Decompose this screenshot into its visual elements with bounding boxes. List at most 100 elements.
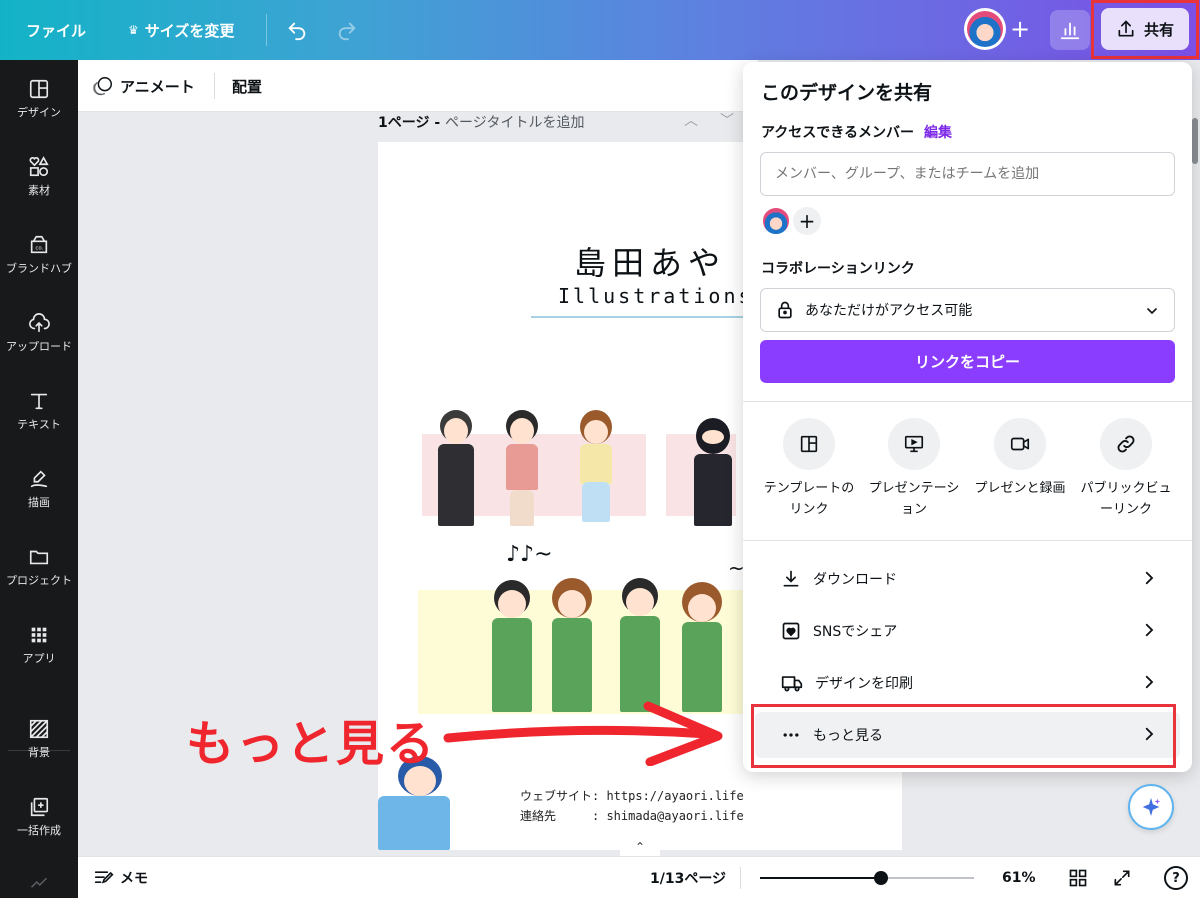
- help-label: ?: [1172, 870, 1180, 886]
- page-indicator[interactable]: 1/13ページ: [650, 857, 726, 898]
- option-icon-circle: [994, 418, 1046, 470]
- contact-info: ウェブサイト: https://ayaori.life 連絡先 : shimad…: [520, 786, 744, 826]
- expand-icon: [1114, 870, 1130, 886]
- sidebar-item-label: ブランドハブ: [6, 262, 72, 275]
- download-icon: [783, 570, 799, 587]
- zoom-slider[interactable]: [760, 871, 974, 885]
- canvas-subtitle-text[interactable]: Illustrations: [558, 284, 754, 308]
- template-link-option[interactable]: テンプレートのリンク: [754, 418, 864, 520]
- layout-icon: [29, 79, 49, 99]
- share-highlight-box: [1091, 0, 1199, 59]
- copy-link-button[interactable]: リンクをコピー: [760, 340, 1175, 383]
- svg-text:co.: co.: [35, 246, 43, 252]
- folder-icon: [29, 550, 49, 565]
- website-row: ウェブサイト: https://ayaori.life: [520, 789, 744, 803]
- sidebar-item-design[interactable]: デザイン: [0, 78, 78, 148]
- present-and-record-option[interactable]: プレゼンと録画: [965, 418, 1075, 499]
- scrollbar[interactable]: [1192, 118, 1198, 164]
- sidebar-item-upload[interactable]: アップロード: [0, 312, 78, 382]
- music-note-text: ♪♪~: [506, 542, 553, 567]
- page-title-placeholder: ページタイトルを追加: [445, 115, 585, 131]
- background-icon: [29, 719, 49, 739]
- add-member-input[interactable]: [760, 152, 1175, 196]
- page-title[interactable]: 1ページ - ページタイトルを追加: [378, 112, 584, 132]
- apps-icon: [31, 627, 47, 643]
- access-members-label: アクセスできるメンバー 編集: [761, 122, 952, 142]
- see-more-highlight-box: [751, 704, 1176, 768]
- sidebar-item-label: 一括作成: [17, 824, 61, 837]
- chevron-down-icon[interactable]: ﹀: [720, 110, 734, 130]
- zoom-level[interactable]: 61%: [1002, 857, 1036, 898]
- redo-button[interactable]: [336, 0, 358, 60]
- row-label: SNSでシェア: [813, 624, 898, 640]
- sidebar-item-brand-hub[interactable]: co. ブランドハブ: [0, 234, 78, 304]
- sidebar-item-label: 素材: [28, 184, 50, 197]
- sidebar-item-draw[interactable]: 描画: [0, 468, 78, 538]
- memo-button[interactable]: メモ: [94, 857, 148, 898]
- add-member-button[interactable]: +: [793, 207, 821, 235]
- divider: [266, 14, 267, 46]
- option-icon-circle: [783, 418, 835, 470]
- sidebar-item-apps[interactable]: アプリ: [0, 624, 78, 694]
- divider: [743, 401, 1192, 402]
- zoom-slider-knob[interactable]: [874, 871, 888, 885]
- top-bar: ファイル ♛ サイズを変更 +: [0, 0, 1200, 60]
- memo-label: メモ: [120, 871, 148, 887]
- record-icon: [1010, 437, 1030, 451]
- brand-icon: co.: [30, 235, 48, 254]
- illustration-figure: [436, 410, 476, 526]
- illustration-figure: [574, 410, 618, 526]
- annotation-text: もっと見る: [186, 716, 437, 772]
- lock-icon: [778, 301, 792, 319]
- page-title-separator: -: [429, 115, 446, 131]
- sidebar-item-label: アプリ: [22, 652, 56, 665]
- canvas-name-text[interactable]: 島田あや: [574, 238, 726, 284]
- option-label: プレゼンと録画: [974, 481, 1066, 496]
- annotation-arrow: [443, 701, 723, 766]
- avatar-image: [967, 11, 1003, 47]
- edit-link[interactable]: 編集: [924, 125, 952, 141]
- sidebar-item-background[interactable]: 背景: [0, 718, 78, 788]
- option-label: プレゼンテーション: [868, 481, 960, 517]
- download-row[interactable]: ダウンロード: [755, 556, 1180, 602]
- user-avatar[interactable]: [964, 8, 1006, 50]
- row-label: デザインを印刷: [815, 676, 913, 692]
- share-sns-row[interactable]: SNSでシェア: [755, 608, 1180, 654]
- fullscreen-button[interactable]: [1112, 868, 1132, 892]
- access-level-select[interactable]: あなただけがアクセス可能: [760, 288, 1175, 332]
- sidebar-item-text[interactable]: テキスト: [0, 390, 78, 460]
- template-icon: [800, 435, 818, 453]
- plus-icon: +: [1009, 15, 1031, 43]
- trend-icon: [30, 874, 48, 893]
- grid-icon: [1069, 869, 1087, 887]
- option-label: テンプレートのリンク: [763, 481, 855, 517]
- share-panel-title: このデザインを共有: [761, 82, 933, 104]
- file-menu[interactable]: ファイル: [26, 0, 86, 60]
- chevron-right-icon: [1145, 623, 1154, 637]
- sidebar-item-bulk-create[interactable]: 一括作成: [0, 796, 78, 866]
- member-avatar[interactable]: [761, 206, 791, 236]
- collab-link-label: コラボレーションリンク: [761, 261, 915, 277]
- option-icon-circle: [1100, 418, 1152, 470]
- undo-button[interactable]: [286, 0, 308, 60]
- print-design-row[interactable]: デザインを印刷: [755, 660, 1180, 706]
- sidebar-item-label: プロジェクト: [6, 574, 72, 587]
- sidebar-item-projects[interactable]: プロジェクト: [0, 546, 78, 616]
- chevron-up-icon[interactable]: ︿: [684, 110, 698, 130]
- member-list: +: [761, 206, 821, 236]
- row-label: ダウンロード: [813, 572, 897, 588]
- sidebar-item-elements[interactable]: 素材: [0, 156, 78, 226]
- animate-button[interactable]: アニメート: [92, 60, 195, 112]
- divider: [743, 540, 1192, 541]
- grid-view-button[interactable]: [1068, 868, 1088, 892]
- resize-button[interactable]: ♛ サイズを変更: [128, 0, 234, 60]
- presentation-option[interactable]: プレゼンテーション: [859, 418, 969, 520]
- help-button[interactable]: ?: [1164, 866, 1188, 890]
- magic-assistant-button[interactable]: [1128, 784, 1174, 830]
- add-collaborator-button[interactable]: +: [1003, 12, 1037, 46]
- insights-button[interactable]: [1050, 10, 1090, 50]
- arrange-button[interactable]: 配置: [232, 60, 262, 112]
- show-pages-button[interactable]: ⌃: [620, 840, 660, 856]
- elements-icon: [29, 156, 49, 177]
- public-view-link-option[interactable]: パブリックビューリンク: [1071, 418, 1181, 520]
